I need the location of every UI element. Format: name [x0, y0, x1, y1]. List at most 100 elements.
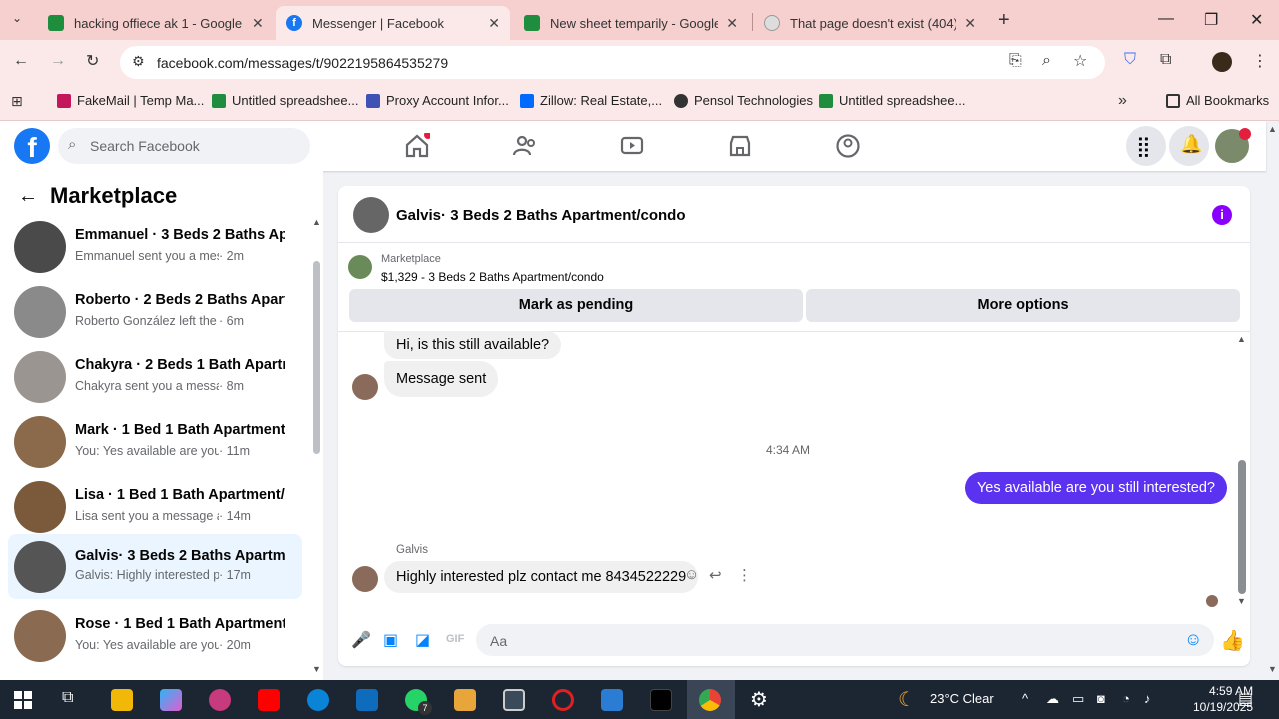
listing-title[interactable]: $1,329 - 3 Beds 2 Baths Apartment/condo — [381, 270, 604, 284]
file-explorer-icon[interactable] — [111, 689, 133, 711]
friends-icon[interactable] — [512, 133, 538, 159]
page-scroll-down-icon[interactable]: ▼ — [1268, 664, 1277, 674]
home-icon[interactable] — [404, 133, 430, 159]
watch-video-icon[interactable] — [619, 133, 645, 159]
chrome-icon[interactable] — [699, 689, 721, 711]
message-composer-input[interactable]: Aa — [476, 624, 1214, 656]
close-window-icon[interactable]: ✕ — [1250, 10, 1263, 30]
conversation-item[interactable]: Mark · 1 Bed 1 Bath Apartment/... You: Y… — [8, 410, 302, 472]
page-scroll-up-icon[interactable]: ▲ — [1268, 124, 1277, 134]
install-app-icon[interactable]: ⎘ — [1009, 52, 1022, 70]
chat-title[interactable]: Galvis· 3 Beds 2 Baths Apartment/condo — [396, 207, 686, 224]
scroll-up-icon[interactable]: ▲ — [312, 217, 321, 227]
sender-avatar[interactable] — [352, 374, 378, 400]
message-bubble[interactable]: Highly interested plz contact me 8434522… — [384, 561, 699, 593]
chat-scroll-down-icon[interactable]: ▼ — [1237, 596, 1246, 606]
tab-search-icon[interactable]: ⌄ — [12, 11, 22, 25]
bookmark-fakemail[interactable]: FakeMail | Temp Ma... — [57, 93, 204, 108]
bookmark-spreadsheet-1[interactable]: Untitled spreadshee... — [212, 93, 358, 108]
message-bubble[interactable]: Message sent — [384, 361, 499, 397]
tab-messenger[interactable]: f Messenger | Facebook ✕ — [276, 6, 510, 40]
conversation-item[interactable]: Rose · 1 Bed 1 Bath Apartment/c... You: … — [8, 604, 302, 666]
reply-icon[interactable]: ↩ — [709, 566, 722, 584]
notifications-button[interactable]: 🔔 — [1169, 126, 1209, 166]
windows-start-icon[interactable] — [14, 691, 32, 709]
search-facebook-input[interactable]: ⌕ Search Facebook — [58, 128, 310, 164]
site-info-icon[interactable]: ⚙ — [132, 53, 145, 70]
mark-as-pending-button[interactable]: Mark as pending — [349, 289, 803, 322]
tiktok-icon[interactable] — [650, 689, 672, 711]
battery-icon[interactable]: ▭ — [1072, 691, 1084, 707]
photo-icon[interactable]: ▣ — [383, 630, 398, 650]
scroll-down-icon[interactable]: ▼ — [312, 664, 321, 674]
close-icon[interactable]: ✕ — [488, 15, 500, 32]
bookmark-spreadsheet-2[interactable]: Untitled spreadshee... — [819, 93, 965, 108]
bookmark-pensol[interactable]: Pensol Technologies — [674, 93, 813, 108]
bookmark-proxy[interactable]: Proxy Account Infor... — [366, 93, 509, 108]
more-actions-icon[interactable]: ⋮ — [737, 566, 752, 584]
new-tab-icon[interactable]: + — [998, 9, 1010, 32]
bookmark-star-icon[interactable]: ☆ — [1073, 51, 1087, 71]
tab-sheets-1[interactable]: hacking offiece ak 1 - Google Sheets ✕ — [38, 6, 274, 40]
listing-thumbnail[interactable] — [348, 255, 372, 279]
sticker-icon[interactable]: ◪ — [415, 630, 430, 650]
store-icon[interactable] — [601, 689, 623, 711]
conversation-item[interactable]: Emmanuel · 3 Beds 2 Baths Apa... Emmanue… — [8, 215, 302, 277]
chat-avatar[interactable] — [353, 197, 389, 233]
app-icon[interactable] — [209, 689, 231, 711]
message-bubble-outgoing[interactable]: Yes available are you still interested? — [964, 472, 1227, 504]
bookmark-zillow[interactable]: Zillow: Real Estate,... — [520, 93, 662, 108]
notification-center-icon[interactable]: ▤ — [1238, 689, 1253, 709]
app-icon[interactable] — [503, 689, 525, 711]
whatsapp-icon[interactable]: 7 — [405, 689, 432, 715]
address-bar[interactable]: ⚙ facebook.com/messages/t/90221958645352… — [120, 46, 1105, 79]
outlook-icon[interactable] — [356, 689, 378, 711]
conversation-item[interactable]: Lisa · 1 Bed 1 Bath Apartment/co... Lisa… — [8, 475, 302, 537]
show-hidden-icons[interactable]: ^ — [1022, 691, 1028, 706]
more-bookmarks-icon[interactable]: » — [1118, 92, 1127, 110]
restore-icon[interactable]: ❐ — [1204, 10, 1218, 30]
back-arrow-icon[interactable]: ← — [18, 185, 38, 208]
sidebar-scrollbar[interactable] — [313, 261, 320, 454]
menu-grid-button[interactable]: ⣿ — [1126, 126, 1166, 166]
close-icon[interactable]: ✕ — [252, 15, 264, 32]
url-text[interactable]: facebook.com/messages/t/9022195864535279 — [157, 55, 448, 71]
zoom-icon[interactable]: ⌕ — [1042, 52, 1051, 70]
groups-icon[interactable] — [835, 133, 861, 159]
more-options-button[interactable]: More options — [806, 289, 1240, 322]
thumbs-up-icon[interactable]: 👍 — [1220, 628, 1245, 653]
wifi-icon[interactable]: ◔ — [1122, 691, 1130, 706]
copilot-icon[interactable] — [160, 689, 182, 711]
all-bookmarks[interactable]: All Bookmarks — [1166, 93, 1269, 108]
tab-sheets-2[interactable]: New sheet temparily - Google Sheets ✕ — [514, 6, 748, 40]
message-bubble[interactable]: Hi, is this still available? — [384, 331, 562, 359]
reload-icon[interactable]: ↻ — [86, 51, 99, 71]
menu-kebab-icon[interactable]: ⋮ — [1252, 51, 1268, 71]
youtube-icon[interactable] — [258, 689, 280, 711]
settings-gear-icon[interactable]: ⚙ — [750, 687, 768, 712]
conversation-item[interactable]: Chakyra · 2 Beds 1 Bath Apartm... Chakyr… — [8, 345, 302, 407]
microphone-icon[interactable]: 🎤 — [351, 630, 371, 650]
camera-icon[interactable]: ◙ — [1097, 691, 1105, 706]
shield-extension-icon[interactable]: ⛉ — [1124, 51, 1136, 69]
sender-avatar[interactable] — [352, 566, 378, 592]
react-emoji-icon[interactable]: ☺ — [684, 566, 699, 583]
chat-scrollbar[interactable] — [1238, 460, 1246, 594]
marketplace-icon[interactable] — [727, 133, 753, 159]
back-icon[interactable]: ← — [13, 52, 29, 70]
info-icon[interactable]: i — [1212, 205, 1232, 225]
minimize-icon[interactable]: — — [1158, 10, 1174, 28]
gif-icon[interactable]: GIF — [446, 633, 464, 645]
task-view-icon[interactable]: ⧉ — [62, 689, 73, 707]
close-icon[interactable]: ✕ — [726, 15, 738, 32]
cloud-icon[interactable]: ☁ — [1046, 691, 1059, 707]
volume-icon[interactable]: ♪ — [1144, 691, 1151, 706]
facebook-logo-icon[interactable]: f — [14, 128, 50, 164]
emoji-icon[interactable]: ☺ — [1184, 629, 1202, 650]
apps-grid-icon[interactable]: ⊞ — [11, 93, 23, 110]
medal-icon[interactable] — [454, 689, 476, 711]
weather-text[interactable]: 23°C Clear — [930, 691, 994, 706]
opera-icon[interactable] — [552, 689, 574, 711]
close-icon[interactable]: ✕ — [964, 15, 976, 32]
account-avatar[interactable] — [1215, 128, 1251, 163]
